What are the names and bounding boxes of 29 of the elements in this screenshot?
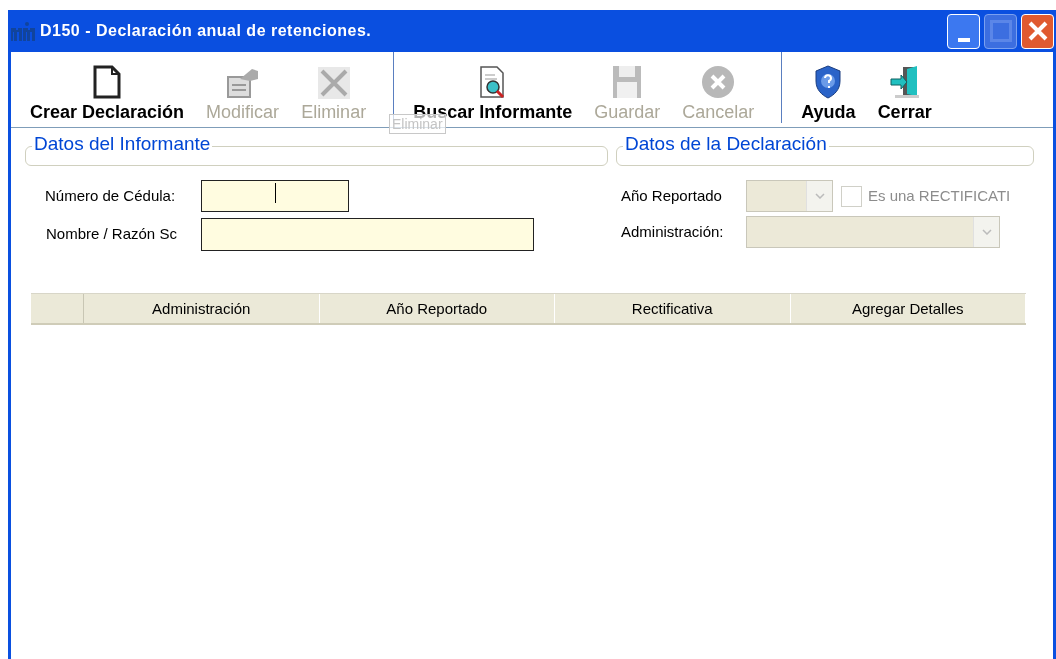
- column-header[interactable]: Rectificativa: [555, 294, 791, 323]
- logo-icon: [10, 20, 36, 42]
- door-exit-icon: [888, 65, 921, 99]
- checkbox-label: Es una RECTIFICATI: [868, 185, 1011, 206]
- column-header[interactable]: Administración: [84, 294, 320, 323]
- close-icon: [1027, 21, 1048, 41]
- input-field[interactable]: [201, 180, 349, 212]
- column-header[interactable]: Año Reportado: [319, 294, 555, 323]
- input-field[interactable]: [201, 218, 534, 251]
- field-label: Administración:: [621, 221, 725, 242]
- close-button[interactable]: [1021, 13, 1054, 49]
- shield-question-icon: [814, 65, 843, 99]
- toolbar-button[interactable]: Ayuda: [790, 63, 867, 123]
- column-header[interactable]: Agregar Detalles: [790, 294, 1026, 323]
- minimize-button[interactable]: [947, 13, 980, 49]
- window-title: D150 - Declaración anual de retenciones.: [40, 21, 373, 41]
- toolbar-button[interactable]: Crear Declaración: [19, 63, 196, 123]
- chevron-down-icon: [981, 229, 992, 235]
- cross-icon: [317, 67, 350, 99]
- blank-page-icon: [93, 65, 122, 99]
- field-label: Número de Cédula:: [44, 185, 177, 206]
- chevron-down-icon: [814, 193, 825, 199]
- toolbar-button[interactable]: Cerrar: [866, 63, 943, 123]
- document-magnifier-icon: [478, 65, 507, 99]
- form-edit-icon: [225, 67, 260, 99]
- field-label: Año Reportado: [621, 185, 723, 206]
- text-cursor: [275, 183, 276, 203]
- cancel-circle-icon: [701, 65, 736, 99]
- field-label: Nombre / Razón Sc: [45, 224, 178, 245]
